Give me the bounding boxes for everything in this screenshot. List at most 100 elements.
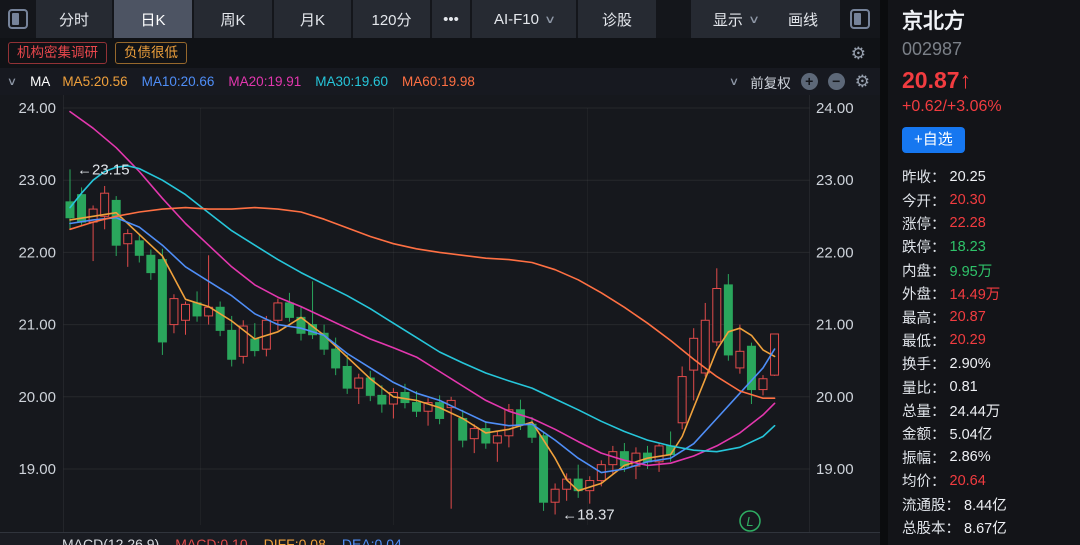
stat-row-total-vol: 总量：24.44万 xyxy=(902,399,1080,422)
stat-row-turnover: 换手：2.90% xyxy=(902,352,1080,375)
stat-row-avg-price: 均价：20.64 xyxy=(902,469,1080,492)
stat-label: 金额： xyxy=(902,423,946,444)
stat-label: 量比： xyxy=(902,377,946,398)
indicator-settings-gear-icon[interactable]: ⚙ xyxy=(855,73,870,90)
y-axis-label-left: 20.00 xyxy=(18,389,56,406)
stat-label: 振幅： xyxy=(902,447,946,468)
y-axis-label-left: 24.00 xyxy=(18,100,56,117)
stat-label: 总量： xyxy=(902,400,946,421)
stat-label: 换手： xyxy=(902,353,946,374)
stat-label: 今开： xyxy=(902,190,946,211)
y-axis-label-right: 19.00 xyxy=(816,461,854,478)
y-axis-label-right: 23.00 xyxy=(816,172,854,189)
price-change: +0.62/+3.06% xyxy=(902,96,1080,118)
display-label: 显示 xyxy=(713,9,743,30)
stat-value: 2.86% xyxy=(950,449,991,465)
price-annotation: ←18.37 xyxy=(562,506,615,523)
sub-indicator-item: DEA:0.04 xyxy=(342,536,402,545)
y-axis-label-left: 21.00 xyxy=(18,317,56,334)
display-draw-group: 显示 ∨ 画线 xyxy=(691,0,840,38)
add-watchlist-button[interactable]: +自选 xyxy=(902,127,965,153)
draw-line-button[interactable]: 画线 xyxy=(788,9,818,30)
stat-label: 均价： xyxy=(902,470,946,491)
ma30-legend: MA30:19.60 xyxy=(315,74,388,89)
chevron-down-icon: ∨ xyxy=(748,13,760,26)
kline-chart[interactable]: 24.0024.0023.0023.0022.0022.0021.0021.00… xyxy=(0,95,880,532)
y-axis-label-right: 24.00 xyxy=(816,100,854,117)
stat-row-prev-close: 昨收：20.25 xyxy=(902,165,1080,188)
left-panel-toggle-button[interactable] xyxy=(0,0,36,38)
stat-value: 9.95万 xyxy=(950,260,993,281)
stat-value: 14.49万 xyxy=(950,283,1001,304)
stat-label: 总股本： xyxy=(902,517,960,538)
stat-label: 外盘： xyxy=(902,283,946,304)
diagnose-label: 诊股 xyxy=(602,9,632,30)
stat-value: 20.25 xyxy=(950,169,986,185)
kline-chart-svg: 24.0024.0023.0023.0022.0022.0021.0021.00… xyxy=(0,95,872,532)
stat-row-total-shares: 总股本：8.67亿 xyxy=(902,516,1080,539)
tag-institution-research[interactable]: 机构密集调研 xyxy=(8,42,107,64)
stat-label: 内盘： xyxy=(902,260,946,281)
ma60-legend: MA60:19.98 xyxy=(402,74,475,89)
current-price: 20.87↑ xyxy=(902,64,1080,96)
tab-monthly-k[interactable]: 月K xyxy=(274,0,351,38)
tab-weekly-k[interactable]: 周K xyxy=(194,0,272,38)
stat-row-low: 最低：20.29 xyxy=(902,329,1080,352)
stat-value: 22.28 xyxy=(950,215,986,231)
tag-low-debt[interactable]: 负债很低 xyxy=(115,42,187,64)
stat-row-vol-ratio: 量比：0.81 xyxy=(902,376,1080,399)
stat-value: 20.87 xyxy=(950,309,986,325)
tab-ai-f10[interactable]: AI-F10 ∨ xyxy=(472,0,576,38)
stat-label: 昨收： xyxy=(902,166,946,187)
stat-row-float-shares: 流通股：8.44亿 xyxy=(902,492,1080,515)
stat-label: 跌停： xyxy=(902,236,946,257)
zoom-in-button[interactable]: + xyxy=(801,73,818,90)
stat-value: 5.04亿 xyxy=(950,423,993,444)
sub-indicator-item: DIFF:0.08 xyxy=(264,536,326,545)
quote-panel: 京北方 002987 20.87↑ +0.62/+3.06% +自选 昨收：20… xyxy=(880,0,1080,545)
stat-label: 最高： xyxy=(902,307,946,328)
stat-value: 20.30 xyxy=(950,192,986,208)
tab-diagnose[interactable]: 诊股 xyxy=(578,0,656,38)
ma-legends: MA5:20.56MA10:20.66MA20:19.91MA30:19.60M… xyxy=(62,74,475,89)
stat-value: 8.67亿 xyxy=(964,517,1007,538)
y-axis-label-left: 22.00 xyxy=(18,244,56,261)
svg-text:L: L xyxy=(746,514,753,529)
tab-120min[interactable]: 120分 xyxy=(353,0,430,38)
stock-name: 京北方 xyxy=(902,8,1080,36)
period-toolbar: 分时日K周K月K120分••• AI-F10 ∨ 诊股 显示 ∨ 画线 xyxy=(0,0,880,38)
stat-value: 8.44亿 xyxy=(964,494,1007,515)
up-arrow-icon: ↑ xyxy=(960,67,972,93)
stock-app-window: 分时日K周K月K120分••• AI-F10 ∨ 诊股 显示 ∨ 画线 xyxy=(0,0,1080,545)
right-panel-toggle-button[interactable] xyxy=(840,0,880,38)
stat-value: 20.64 xyxy=(950,473,986,489)
y-axis-label-right: 21.00 xyxy=(816,317,854,334)
adjust-mode-dropdown[interactable]: 前复权 xyxy=(750,72,791,92)
y-axis-label-right: 22.00 xyxy=(816,244,854,261)
stat-value: 0.81 xyxy=(950,379,978,395)
stat-value: 24.44万 xyxy=(950,400,1001,421)
logo-badge: L xyxy=(740,511,760,531)
stats-list: 昨收：20.25今开：20.30涨停：22.28跌停：18.23内盘：9.95万… xyxy=(902,165,1080,539)
zoom-out-button[interactable]: − xyxy=(828,73,845,90)
ma-collapse-chevron-icon[interactable]: ∨ xyxy=(7,75,17,88)
tab-minute[interactable]: 分时 xyxy=(36,0,112,38)
stat-label: 涨停： xyxy=(902,213,946,234)
settings-gear-icon[interactable]: ⚙ xyxy=(851,45,866,62)
stat-row-amplitude: 振幅：2.86% xyxy=(902,446,1080,469)
y-axis-label-right: 20.00 xyxy=(816,389,854,406)
stat-value: 20.29 xyxy=(950,332,986,348)
ma-legend-bar: ∨ MA MA5:20.56MA10:20.66MA20:19.91MA30:1… xyxy=(0,68,880,95)
sub-indicator-item: MACD:0.10 xyxy=(175,536,247,545)
tab-daily-k[interactable]: 日K xyxy=(114,0,192,38)
ma10-legend: MA10:20.66 xyxy=(142,74,215,89)
display-dropdown[interactable]: 显示 ∨ xyxy=(713,9,758,30)
stat-label: 流通股： xyxy=(902,494,960,515)
sub-indicator-bar[interactable]: MACD(12,26,9)MACD:0.10DIFF:0.08DEA:0.04 xyxy=(0,532,880,545)
stat-row-outer-vol: 外盘：14.49万 xyxy=(902,282,1080,305)
tab-more[interactable]: ••• xyxy=(432,0,470,38)
stat-row-inner-vol: 内盘：9.95万 xyxy=(902,259,1080,282)
chart-pane: 分时日K周K月K120分••• AI-F10 ∨ 诊股 显示 ∨ 画线 xyxy=(0,0,880,545)
signal-tag-bar: 机构密集调研负债很低 ⚙ xyxy=(0,38,880,68)
stat-row-limit-up: 涨停：22.28 xyxy=(902,212,1080,235)
